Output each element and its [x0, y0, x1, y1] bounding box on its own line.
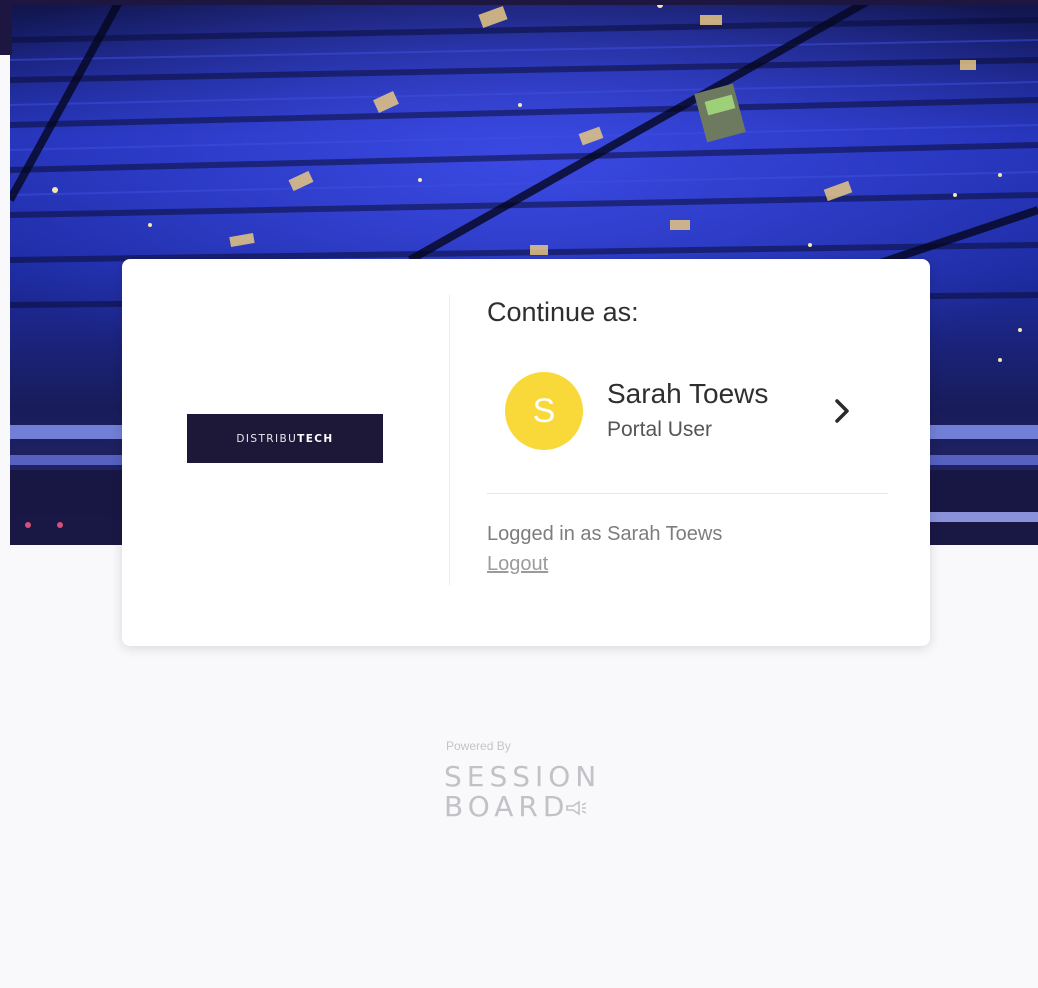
avatar: S — [505, 372, 583, 450]
account-name: Sarah Toews — [607, 378, 769, 409]
continue-as-account-button[interactable]: S Sarah Toews Portal User — [487, 364, 887, 459]
powered-by-label: Powered By — [446, 739, 511, 753]
account-select-card: DISTRIBU TECH Continue as: S Sarah Toews … — [122, 259, 930, 646]
logout-link[interactable]: Logout — [487, 553, 548, 576]
logged-in-status: Logged in as Sarah Toews — [487, 523, 723, 545]
megaphone-icon — [566, 800, 587, 816]
vertical-divider — [449, 295, 450, 585]
distributech-logo: DISTRIBU TECH — [187, 414, 383, 463]
account-role: Portal User — [607, 418, 713, 441]
top-left-window-edge — [0, 0, 12, 55]
sessionboard-logo-line1: SESSION — [444, 760, 602, 793]
top-window-edge — [0, 0, 1038, 5]
chevron-right-icon — [835, 399, 849, 423]
logo-text-light: DISTRIBU — [236, 432, 298, 445]
sessionboard-logo-line2: BOARD — [444, 790, 570, 823]
logo-text-bold: TECH — [297, 432, 334, 445]
sessionboard-logo: SESSION BOARD — [444, 762, 601, 822]
horizontal-divider — [487, 493, 888, 494]
continue-as-heading: Continue as: — [487, 297, 639, 327]
